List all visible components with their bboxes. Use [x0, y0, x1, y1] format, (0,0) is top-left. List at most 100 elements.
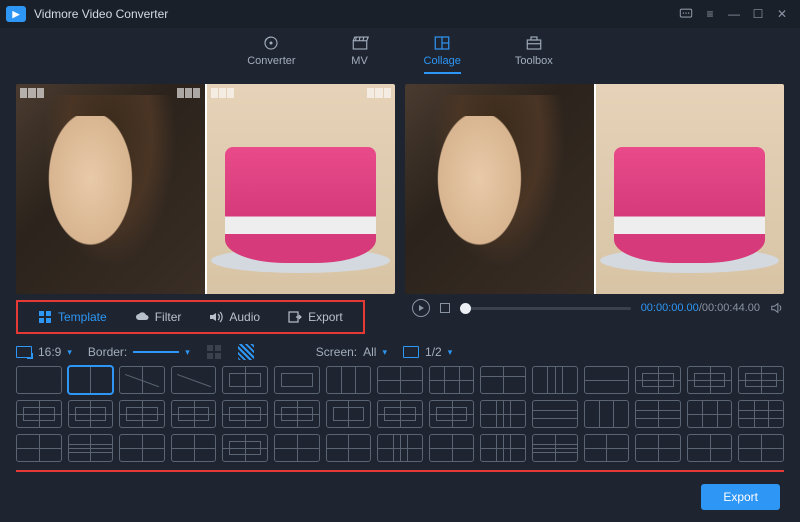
collage-editor-panel[interactable]	[16, 84, 395, 294]
template-thumbnail[interactable]	[532, 400, 578, 428]
template-thumbnail[interactable]	[16, 400, 62, 428]
template-thumbnail[interactable]	[738, 366, 784, 394]
app-logo-icon: ▶	[6, 6, 26, 22]
border-select[interactable]: Border: ▾	[88, 345, 190, 359]
editor-tab-export[interactable]: Export	[274, 306, 357, 328]
template-thumbnail[interactable]	[222, 400, 268, 428]
drag-handle-icon[interactable]	[211, 88, 235, 98]
play-button[interactable]	[412, 299, 430, 317]
template-thumbnail[interactable]	[480, 366, 526, 394]
chevron-down-icon: ▾	[382, 347, 387, 358]
template-thumbnail[interactable]	[326, 434, 372, 462]
screen-value: All	[363, 345, 376, 359]
border-style-preview	[133, 351, 179, 353]
collage-pane-1[interactable]	[16, 84, 205, 294]
preview-panel	[405, 84, 784, 294]
preview-area	[0, 84, 800, 294]
speaker-icon	[209, 310, 223, 324]
options-bar: 16:9 ▾ Border: ▾ Screen: All ▾ 1/2 ▾	[0, 334, 800, 366]
template-thumbnail[interactable]	[119, 400, 165, 428]
template-thumbnail[interactable]	[171, 434, 217, 462]
template-thumbnail[interactable]	[222, 366, 268, 394]
editor-tab-audio[interactable]: Audio	[195, 306, 274, 328]
template-thumbnail[interactable]	[738, 434, 784, 462]
template-thumbnail[interactable]	[68, 434, 114, 462]
template-thumbnail[interactable]	[16, 434, 62, 462]
template-thumbnail[interactable]	[222, 434, 268, 462]
template-thumbnail[interactable]	[584, 434, 630, 462]
close-button[interactable]: ✕	[770, 2, 794, 26]
template-thumbnail[interactable]	[635, 434, 681, 462]
time-display: 00:00:00.00/00:00:44.00	[641, 302, 760, 314]
chevron-down-icon: ▾	[67, 347, 72, 358]
main-tabs: Converter MV Collage Toolbox	[0, 28, 800, 84]
template-thumbnail[interactable]	[429, 434, 475, 462]
time-total: 00:00:44.00	[702, 302, 760, 314]
volume-button[interactable]	[770, 301, 784, 315]
tab-mv[interactable]: MV	[350, 34, 370, 72]
volume-icon	[770, 301, 784, 315]
template-thumbnail[interactable]	[274, 366, 320, 394]
seek-knob[interactable]	[460, 303, 471, 314]
collage-pane-2[interactable]	[205, 84, 396, 294]
drag-handle-icon[interactable]	[177, 88, 201, 98]
template-thumbnail[interactable]	[687, 366, 733, 394]
template-thumbnail[interactable]	[532, 434, 578, 462]
template-thumbnail[interactable]	[68, 400, 114, 428]
grid-select-button[interactable]	[206, 344, 222, 360]
aspect-ratio-select[interactable]: 16:9 ▾	[16, 345, 72, 359]
template-thumbnail[interactable]	[326, 400, 372, 428]
template-thumbnail[interactable]	[429, 366, 475, 394]
template-thumbnail[interactable]	[480, 434, 526, 462]
template-thumbnail[interactable]	[68, 366, 114, 394]
footer: Export	[0, 472, 800, 522]
screen-select[interactable]: Screen: All ▾	[316, 345, 387, 359]
template-thumbnail[interactable]	[687, 400, 733, 428]
tab-collage[interactable]: Collage	[424, 34, 461, 74]
seek-slider[interactable]	[460, 307, 631, 310]
template-thumbnail[interactable]	[274, 400, 320, 428]
template-thumbnail[interactable]	[738, 400, 784, 428]
close-icon: ✕	[777, 7, 787, 21]
menu-button[interactable]: ≡	[698, 2, 722, 26]
pattern-button[interactable]	[238, 344, 254, 360]
template-thumbnail[interactable]	[16, 366, 62, 394]
tab-converter[interactable]: Converter	[247, 34, 295, 72]
tab-toolbox[interactable]: Toolbox	[515, 34, 553, 72]
grid-icon	[38, 310, 52, 324]
template-thumbnail[interactable]	[584, 366, 630, 394]
tab-label: Toolbox	[515, 55, 553, 67]
tab-label: MV	[351, 55, 368, 67]
template-thumbnail[interactable]	[274, 434, 320, 462]
template-thumbnail[interactable]	[480, 400, 526, 428]
pane-select[interactable]: 1/2 ▾	[403, 345, 452, 359]
template-thumbnail[interactable]	[171, 366, 217, 394]
export-button[interactable]: Export	[701, 484, 780, 510]
template-thumbnail[interactable]	[377, 434, 423, 462]
template-thumbnail[interactable]	[377, 366, 423, 394]
chevron-down-icon: ▾	[448, 347, 453, 358]
stop-button[interactable]	[440, 303, 450, 313]
template-thumbnail[interactable]	[635, 400, 681, 428]
template-thumbnail[interactable]	[635, 366, 681, 394]
tab-label: Collage	[424, 55, 461, 67]
playback-bar: 00:00:00.00/00:00:44.00	[412, 296, 784, 320]
template-thumbnail[interactable]	[119, 434, 165, 462]
template-thumbnail[interactable]	[171, 400, 217, 428]
editor-tab-filter[interactable]: Filter	[121, 306, 196, 328]
maximize-button[interactable]: ☐	[746, 2, 770, 26]
template-thumbnail[interactable]	[584, 400, 630, 428]
template-thumbnail[interactable]	[377, 400, 423, 428]
export-button-label: Export	[723, 490, 758, 504]
template-thumbnail[interactable]	[532, 366, 578, 394]
template-thumbnail[interactable]	[429, 400, 475, 428]
template-thumbnail[interactable]	[687, 434, 733, 462]
drag-handle-icon[interactable]	[20, 88, 44, 98]
drag-handle-icon[interactable]	[367, 88, 391, 98]
template-thumbnail[interactable]	[326, 366, 372, 394]
template-thumbnail[interactable]	[119, 366, 165, 394]
editor-tab-template[interactable]: Template	[24, 306, 121, 328]
feedback-button[interactable]	[674, 2, 698, 26]
minimize-button[interactable]: —	[722, 2, 746, 26]
maximize-icon: ☐	[753, 7, 764, 21]
